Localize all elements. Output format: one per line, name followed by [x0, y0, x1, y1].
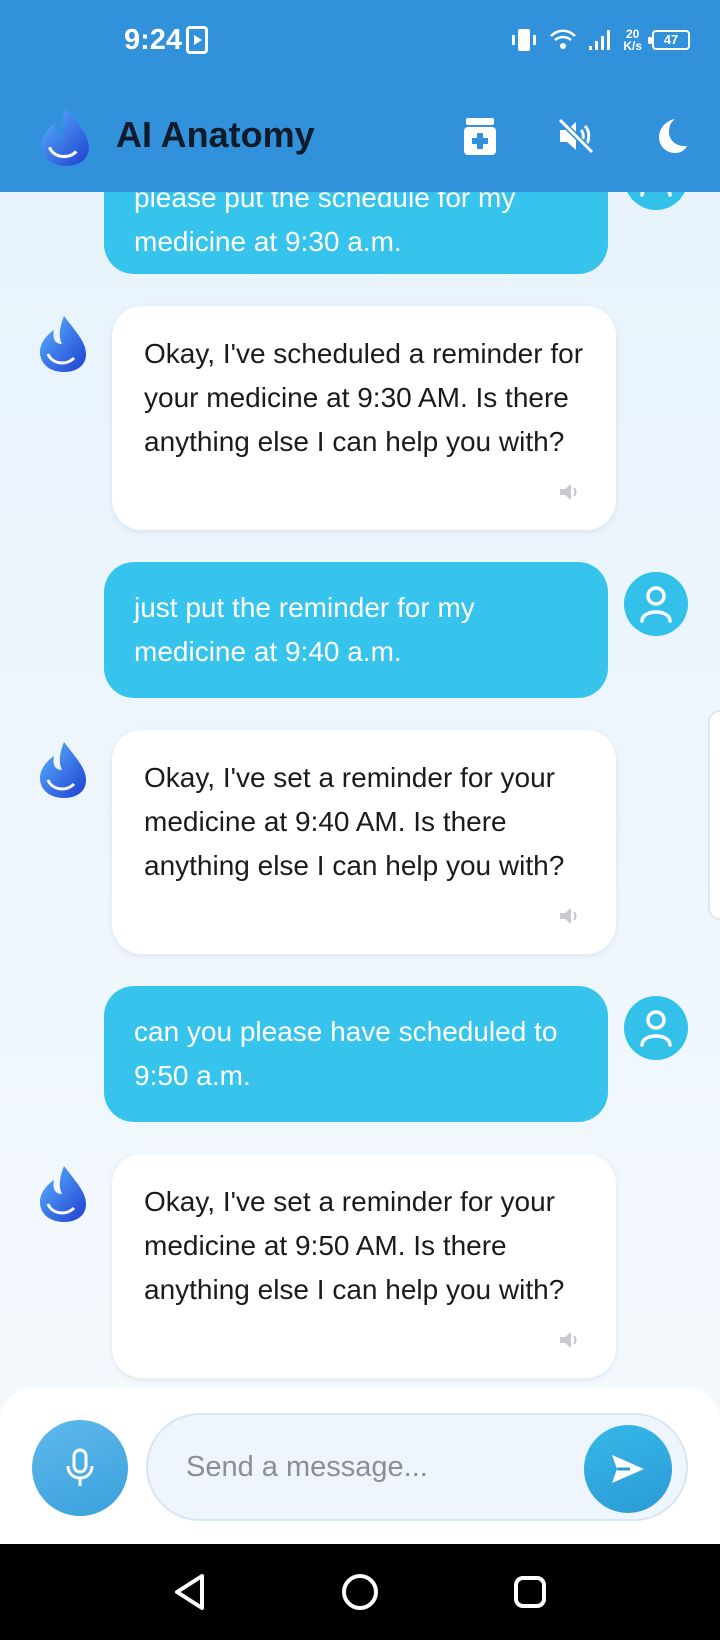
ai-message-text: Okay, I've scheduled a reminder for your…	[144, 338, 584, 457]
app-bar: 9:24 20 K/s 47 AI Anatomy	[0, 0, 720, 192]
user-message: can you please have scheduled to 9:50 a.…	[104, 986, 608, 1122]
dark-mode-button[interactable]	[648, 114, 692, 158]
user-icon	[640, 1010, 672, 1047]
app-logo-icon	[41, 108, 89, 166]
speaker-icon[interactable]	[558, 482, 582, 502]
ai-avatar	[36, 740, 90, 800]
ai-logo-icon	[40, 1166, 86, 1222]
composer	[0, 1388, 720, 1544]
ai-logo-icon	[40, 742, 86, 798]
ai-message-text: Okay, I've set a reminder for your medic…	[144, 762, 565, 881]
ai-avatar	[36, 1164, 90, 1224]
recents-button[interactable]	[508, 1570, 552, 1614]
microphone-icon	[66, 1448, 94, 1486]
user-avatar	[624, 996, 688, 1060]
screen-record-icon	[186, 26, 208, 54]
ai-message: Okay, I've set a reminder for your medic…	[112, 730, 616, 954]
home-icon	[342, 1574, 378, 1610]
message-field	[146, 1413, 688, 1521]
network-speed: 20 K/s	[623, 27, 642, 53]
mic-button[interactable]	[32, 1420, 128, 1516]
ai-logo-icon	[40, 316, 86, 372]
user-message-text: can you please have scheduled to 9:50 a.…	[134, 1016, 558, 1091]
side-panel-handle[interactable]	[708, 710, 720, 920]
back-button[interactable]	[168, 1570, 212, 1614]
dark-mode-icon	[659, 119, 687, 153]
speaker-icon[interactable]	[558, 1330, 582, 1350]
user-message: just put the reminder for my medicine at…	[104, 562, 608, 698]
status-indicators: 20 K/s 47	[509, 22, 690, 58]
ai-message: Okay, I've set a reminder for your medic…	[112, 1154, 616, 1378]
medicine-button[interactable]	[458, 114, 502, 158]
volume-mute-icon	[557, 117, 595, 155]
speaker-icon[interactable]	[558, 906, 582, 926]
signal-icon	[589, 30, 611, 50]
title-row: AI Anatomy	[0, 100, 720, 180]
status-bar: 9:24 20 K/s 47	[0, 0, 720, 84]
home-button[interactable]	[338, 1570, 382, 1614]
send-button[interactable]	[584, 1425, 672, 1513]
send-icon	[612, 1455, 644, 1483]
ai-message-text: Okay, I've set a reminder for your medic…	[144, 1186, 565, 1305]
back-icon	[175, 1574, 204, 1610]
user-message-text: please put the schedule for my medicine …	[134, 182, 516, 257]
ai-avatar	[36, 314, 90, 374]
user-message-text: just put the reminder for my medicine at…	[134, 592, 475, 667]
vibrate-icon	[512, 29, 537, 51]
mute-button[interactable]	[554, 114, 598, 158]
ai-message: Okay, I've scheduled a reminder for your…	[112, 306, 616, 530]
user-avatar	[624, 572, 688, 636]
system-nav-bar	[0, 1544, 720, 1640]
app-title: AI Anatomy	[116, 114, 315, 155]
chat-list[interactable]: please put the schedule for my medicine …	[0, 0, 720, 1390]
battery-indicator: 47	[648, 30, 690, 50]
wifi-icon	[550, 29, 577, 49]
message-input[interactable]	[186, 1445, 546, 1489]
medicine-icon	[464, 118, 496, 155]
recents-icon	[514, 1576, 546, 1608]
user-icon	[640, 586, 672, 623]
status-time: 9:24	[124, 24, 183, 56]
